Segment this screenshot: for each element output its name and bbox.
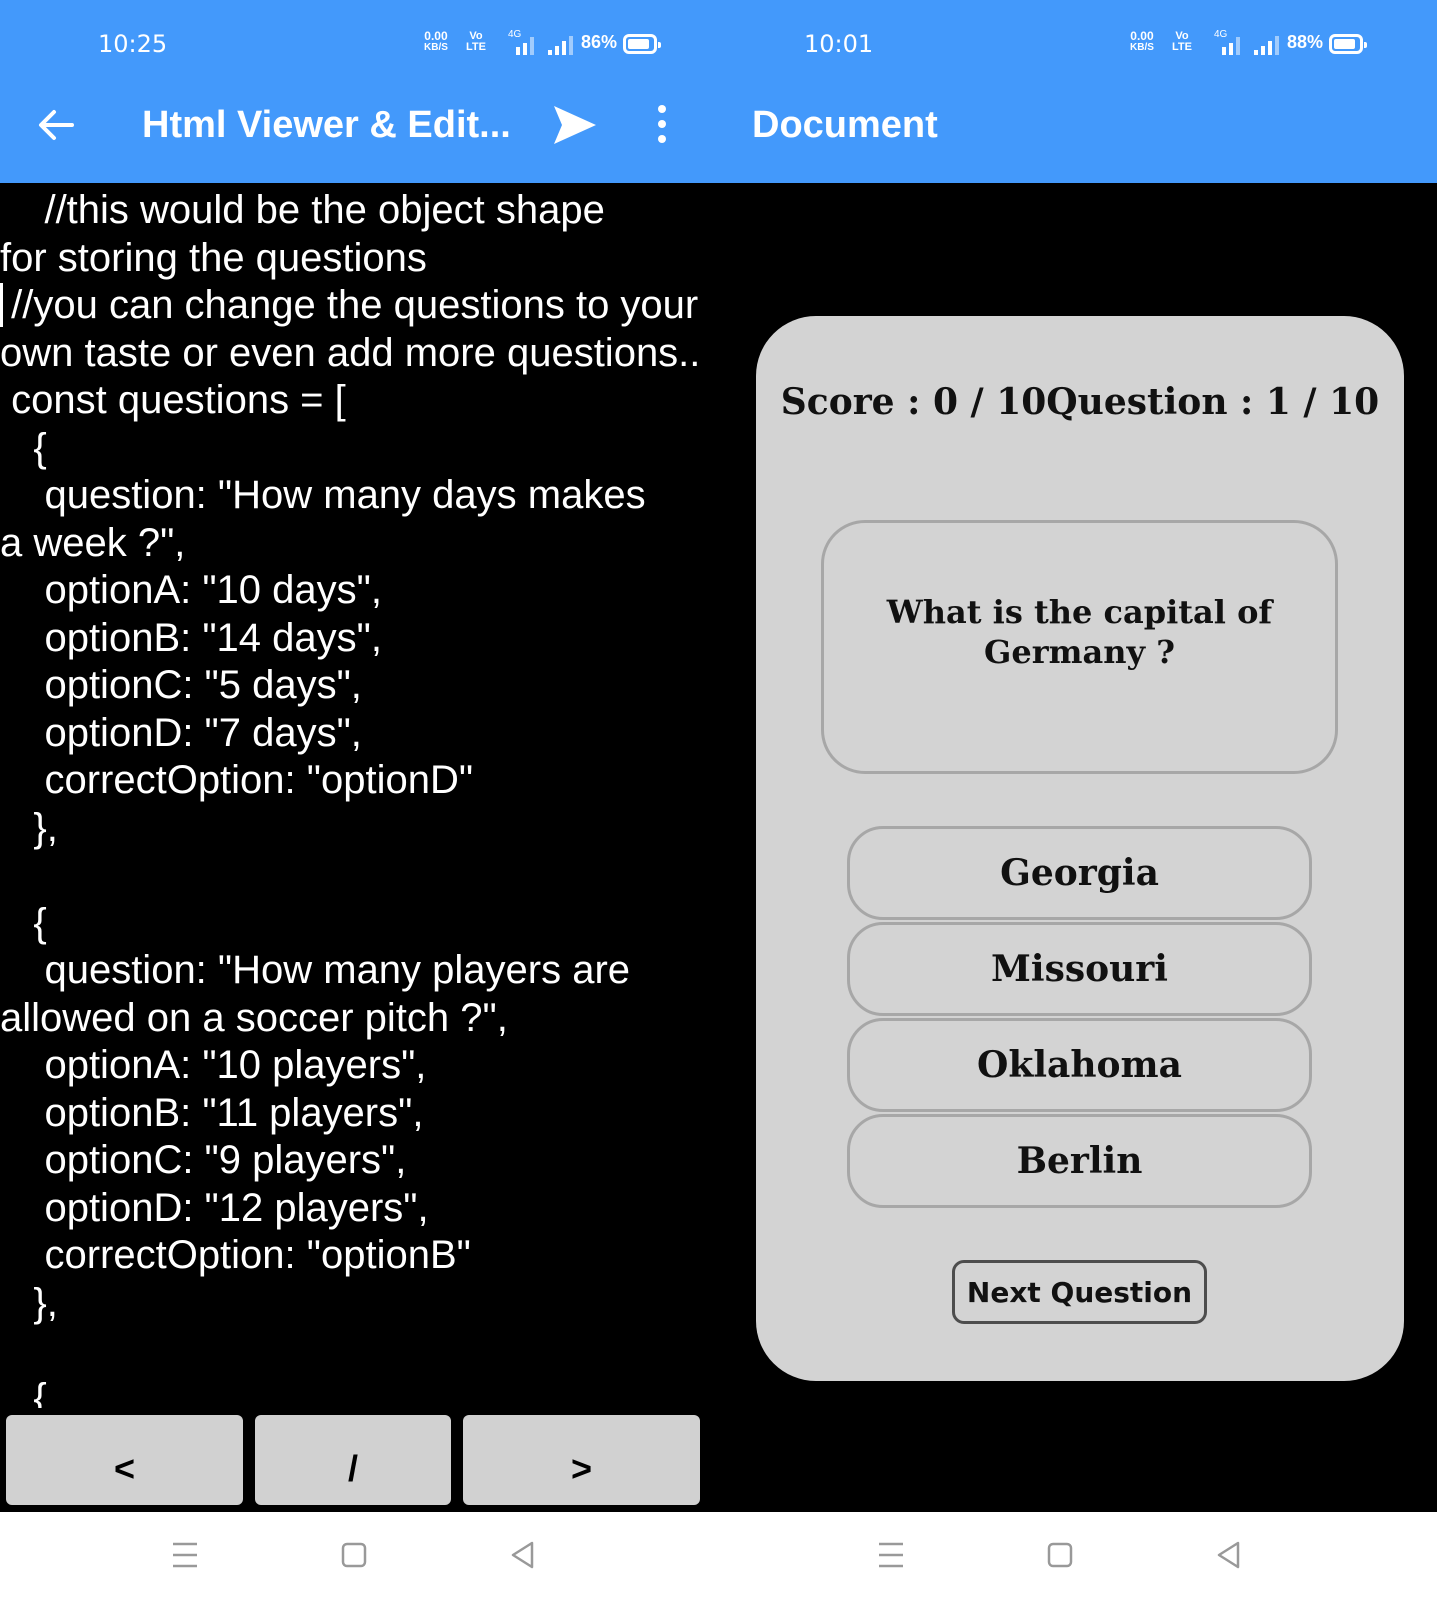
- recents-button[interactable]: [874, 1538, 908, 1572]
- code-line: correctOption: "optionD": [0, 758, 474, 802]
- status-time: 10:25: [98, 30, 168, 58]
- volte-bottom: LTE: [466, 41, 486, 53]
- more-options-button[interactable]: [652, 104, 672, 144]
- volte-badge: Vo LTE: [1172, 31, 1192, 53]
- home-square-icon: [1047, 1542, 1073, 1568]
- question-box: What is the capital of Germany ?: [821, 520, 1338, 774]
- navigation-bar: [720, 1512, 1437, 1600]
- code-line: a week ?",: [0, 520, 186, 565]
- net-speed-value: 0.00: [424, 29, 448, 43]
- network-speed: 0.00 KB/S: [1130, 30, 1154, 54]
- question-text: What is the capital of Germany ?: [886, 593, 1273, 671]
- network-type: 4G: [508, 29, 522, 40]
- right-screen: 10:01 0.00 KB/S Vo LTE 4G 88% Document S…: [720, 0, 1437, 1600]
- navigation-bar: [0, 1512, 720, 1600]
- option-d-button[interactable]: Berlin: [847, 1114, 1312, 1208]
- home-button[interactable]: [337, 1538, 371, 1572]
- status-time: 10:01: [804, 30, 874, 58]
- battery-icon: [623, 34, 661, 54]
- status-bar: 10:25 0.00 KB/S Vo LTE 4G 86%: [0, 0, 720, 90]
- code-line: {: [0, 425, 47, 470]
- arrow-left-icon: [39, 110, 74, 140]
- volte-badge: Vo LTE: [466, 31, 486, 53]
- menu-lines-icon: [173, 1542, 197, 1568]
- volte-bottom: LTE: [1172, 41, 1192, 53]
- more-vert-icon: [658, 105, 666, 143]
- signal-strength-icon: [1254, 33, 1279, 55]
- menu-lines-icon: [879, 1542, 903, 1568]
- code-line: {: [0, 1375, 47, 1409]
- code-line: },: [0, 805, 58, 850]
- document-title: Document: [752, 104, 938, 146]
- back-triangle-icon: [1217, 1541, 1240, 1569]
- symbol-key-row: < / >: [0, 1415, 720, 1505]
- code-line: correctOption: "optionB": [0, 1233, 471, 1277]
- status-bar: 10:01 0.00 KB/S Vo LTE 4G 88%: [720, 0, 1437, 90]
- code-line: allowed on a soccer pitch ?",: [0, 995, 508, 1040]
- send-button[interactable]: [552, 104, 598, 146]
- signal-4g-icon: 4G: [508, 29, 534, 55]
- code-line: {: [0, 900, 47, 945]
- signal-strength-icon: [548, 33, 573, 55]
- battery-percent: 86%: [581, 32, 618, 52]
- back-button[interactable]: [36, 108, 76, 142]
- battery-icon: [1329, 34, 1367, 54]
- net-speed-value: 0.00: [1130, 29, 1154, 43]
- key-less-than[interactable]: <: [6, 1415, 243, 1505]
- option-a-button[interactable]: Georgia: [847, 826, 1312, 920]
- code-line: optionB: "14 days",: [0, 615, 382, 660]
- code-line: optionC: "9 players",: [0, 1138, 407, 1182]
- back-nav-button[interactable]: [1212, 1538, 1246, 1572]
- network-type: 4G: [1214, 29, 1228, 40]
- code-line: },: [0, 1280, 58, 1325]
- option-c-button[interactable]: Oklahoma: [847, 1018, 1312, 1112]
- home-button[interactable]: [1043, 1538, 1077, 1572]
- code-line: optionC: "5 days",: [0, 663, 362, 707]
- code-line: const questions = [: [0, 378, 346, 422]
- network-speed: 0.00 KB/S: [424, 30, 448, 54]
- code-line: for storing the questions: [0, 235, 427, 280]
- option-b-button[interactable]: Missouri: [847, 922, 1312, 1016]
- key-greater-than[interactable]: >: [463, 1415, 700, 1505]
- code-line: optionB: "11 players",: [0, 1090, 424, 1135]
- send-icon: [554, 106, 596, 144]
- code-editor[interactable]: //this would be the object shape for stor…: [0, 183, 720, 1408]
- code-line: //you can change the questions to your: [0, 283, 699, 327]
- code-line: optionD: "12 players",: [0, 1185, 429, 1230]
- score-and-question-counter: Score : 0 / 10Question : 1 / 10: [780, 381, 1380, 423]
- back-triangle-icon: [511, 1541, 534, 1569]
- left-screen: 10:25 0.00 KB/S Vo LTE 4G 86% Html Viewe…: [0, 0, 720, 1600]
- back-nav-button[interactable]: [506, 1538, 540, 1572]
- code-line: question: "How many players are: [0, 948, 631, 992]
- code-line: optionA: "10 days",: [0, 568, 382, 612]
- app-title: Html Viewer & Edit...: [142, 104, 511, 146]
- key-slash[interactable]: /: [255, 1415, 451, 1505]
- code-line: question: "How many days makes: [0, 473, 646, 517]
- recents-button[interactable]: [168, 1538, 202, 1572]
- top-bar: 10:25 0.00 KB/S Vo LTE 4G 86% Html Viewe…: [0, 0, 720, 183]
- next-question-button[interactable]: Next Question: [952, 1260, 1207, 1324]
- text-caret: [0, 283, 3, 327]
- code-line: optionD: "7 days",: [0, 710, 362, 755]
- top-bar: 10:01 0.00 KB/S Vo LTE 4G 88% Document: [720, 0, 1437, 183]
- code-line: own taste or even add more questions..: [0, 330, 701, 375]
- home-square-icon: [341, 1542, 367, 1568]
- code-line: optionA: "10 players",: [0, 1043, 427, 1087]
- code-line: //this would be the object shape: [0, 188, 605, 232]
- net-speed-unit: KB/S: [1130, 42, 1154, 53]
- battery-percent: 88%: [1287, 32, 1324, 52]
- net-speed-unit: KB/S: [424, 42, 448, 53]
- signal-4g-icon: 4G: [1214, 29, 1240, 55]
